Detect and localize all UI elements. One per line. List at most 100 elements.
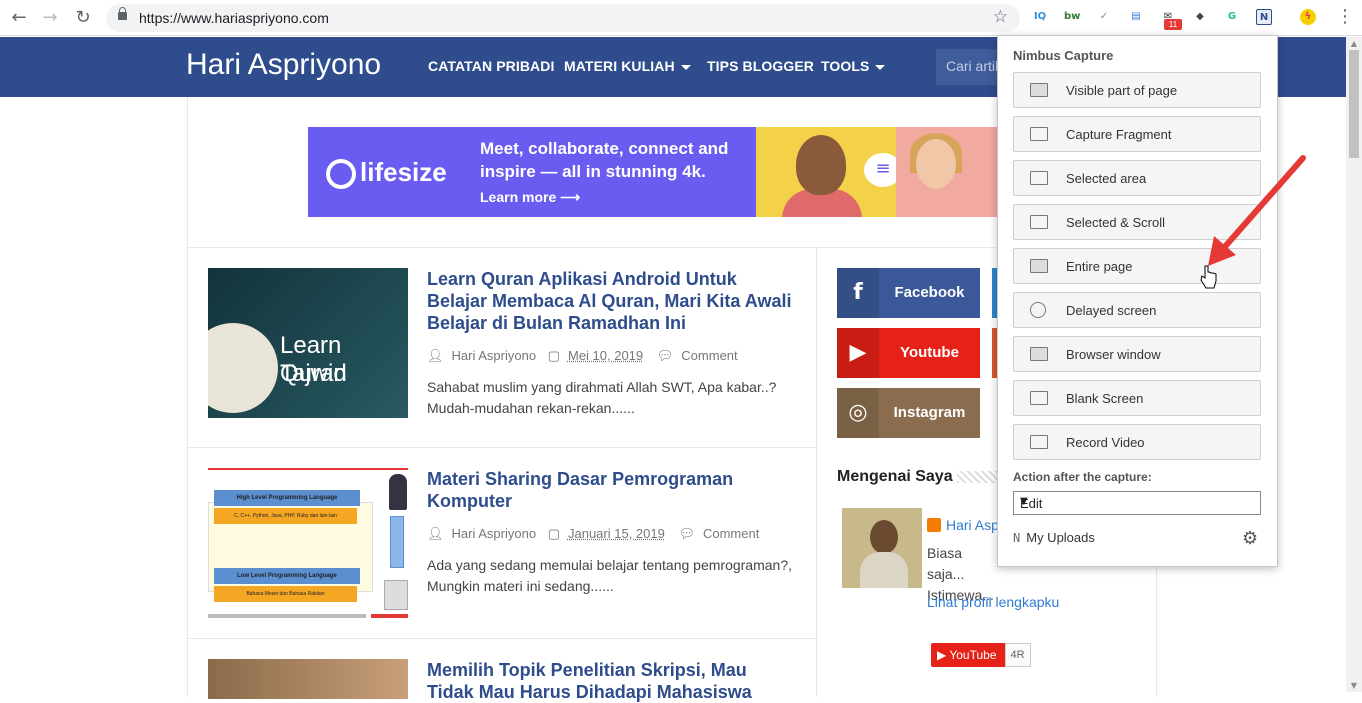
post-excerpt: Sahabat muslim yang dirahmati Allah SWT,… xyxy=(427,379,777,416)
capture-blank-screen-button[interactable]: Blank Screen xyxy=(1013,380,1261,416)
capture-selected-scroll-button[interactable]: Selected & Scroll xyxy=(1013,204,1261,240)
browser-menu-icon[interactable]: ⋮ xyxy=(1336,6,1354,27)
gear-icon[interactable]: ⚙ xyxy=(1242,528,1258,549)
blogger-icon xyxy=(927,518,941,532)
forward-icon[interactable]: → xyxy=(40,8,60,28)
thumb-text: C, C++, Python, Java, PHP, Ruby dan lain… xyxy=(214,508,357,524)
url-text: https://www.hariaspriyono.com xyxy=(139,10,329,26)
capture-option-label: Delayed screen xyxy=(1066,303,1157,318)
post-thumbnail[interactable]: High Level Programming Language C, C++, … xyxy=(208,468,408,618)
capture-option-label: Selected area xyxy=(1066,171,1147,186)
quran-image xyxy=(208,323,278,413)
site-title[interactable]: Hari Aspriyono xyxy=(186,48,381,82)
capture-option-label: Record Video xyxy=(1066,435,1145,450)
social-button-youtube[interactable]: ▶ Youtube xyxy=(837,328,980,378)
thumb-text: Bahasa Mesin dan Bahasa Rakitan xyxy=(214,586,357,602)
comment-icon: 💬︎ xyxy=(656,348,674,363)
bookmark-star-icon[interactable]: ☆ xyxy=(993,7,1008,27)
social-label: Facebook xyxy=(894,284,965,301)
capture-record-video-button[interactable]: Record Video xyxy=(1013,424,1261,460)
notification-badge: 11 xyxy=(1164,19,1182,30)
ad-photo xyxy=(896,127,998,217)
lifesize-logo-icon xyxy=(326,159,356,190)
post-date[interactable]: Januari 15, 2019 xyxy=(568,526,665,541)
browser-window-icon xyxy=(1030,347,1048,361)
facebook-icon: f xyxy=(837,268,879,318)
search-input[interactable]: Cari artikel xyxy=(936,49,1013,85)
nimbus-extension-icon[interactable]: N xyxy=(1256,9,1272,25)
post-date[interactable]: Mei 10, 2019 xyxy=(568,348,643,363)
post-author[interactable]: Hari Aspriyono xyxy=(452,526,537,541)
person-icon xyxy=(389,474,407,510)
youtube-subscribe-button[interactable]: ▶ YouTube 4R xyxy=(931,643,1031,667)
youtube-play-icon: ▶ xyxy=(937,648,950,662)
capture-option-label: Capture Fragment xyxy=(1066,127,1172,142)
post-title[interactable]: Memilih Topik Penelitian Skripsi, Mau Ti… xyxy=(427,659,797,703)
ad-headline: Meet, collaborate, connect and inspire —… xyxy=(480,139,729,181)
comment-icon: 💬︎ xyxy=(678,526,695,541)
instagram-icon: ◎ xyxy=(837,388,879,438)
bw-extension-icon[interactable]: bw xyxy=(1064,9,1080,25)
title-decoration xyxy=(957,471,997,483)
capture-option-label: Selected & Scroll xyxy=(1066,215,1165,230)
nav-catatan-pribadi[interactable]: CATATAN PRIBADI xyxy=(428,58,554,74)
post-comment-link[interactable]: Comment xyxy=(681,348,737,363)
post-thumbnail[interactable]: Learn Quran Tajwid xyxy=(208,268,408,418)
chevron-down-icon xyxy=(680,64,691,70)
scroll-down-icon[interactable]: ▼ xyxy=(1349,681,1359,690)
shield-extension-icon[interactable]: ◆ xyxy=(1192,9,1208,25)
scroll-up-icon[interactable]: ▲ xyxy=(1349,39,1359,48)
visible-page-icon xyxy=(1030,83,1048,97)
arrow-icon xyxy=(390,516,404,568)
popup-title: Nimbus Capture xyxy=(1013,48,1114,63)
back-icon[interactable]: ← xyxy=(9,8,29,28)
ad-logo: lifesize xyxy=(326,157,447,190)
address-bar[interactable]: https://www.hariaspriyono.com ☆ xyxy=(106,4,1020,32)
iq-extension-icon[interactable]: IQ xyxy=(1032,9,1048,25)
chevron-down-icon: ▼ xyxy=(1020,496,1028,507)
capture-option-label: Browser window xyxy=(1066,347,1161,362)
capture-visible-part-of-page-button[interactable]: Visible part of page xyxy=(1013,72,1261,108)
nav-materi-kuliah[interactable]: MATERI KULIAH xyxy=(564,58,691,74)
divider xyxy=(188,447,816,448)
capture-capture-fragment-button[interactable]: Capture Fragment xyxy=(1013,116,1261,152)
profile-link[interactable]: Lihat profil lengkapku xyxy=(927,594,1059,610)
ad-learn-more[interactable]: Learn more ⟶ xyxy=(480,189,580,206)
lightning-extension-icon[interactable]: ϟ xyxy=(1300,9,1316,25)
post-thumbnail[interactable] xyxy=(208,659,408,699)
divider xyxy=(816,247,817,697)
post-meta: 👤︎ Hari Aspriyono ▢ Januari 15, 2019 💬︎ Com… xyxy=(427,526,759,542)
selected-scroll-icon xyxy=(1030,215,1048,229)
profile-photo[interactable] xyxy=(842,508,922,588)
post-title[interactable]: Learn Quran Aplikasi Android Untuk Belaj… xyxy=(427,268,797,334)
my-uploads-link[interactable]: N My Uploads xyxy=(1013,530,1095,545)
doc-extension-icon[interactable]: ▤ xyxy=(1128,9,1144,25)
chevron-down-icon xyxy=(875,64,886,70)
scrollbar-thumb[interactable] xyxy=(1349,50,1359,158)
youtube-icon: ▶ xyxy=(837,328,879,378)
action-select[interactable]: Edit ▼ xyxy=(1013,491,1261,515)
social-button-facebook[interactable]: f Facebook xyxy=(837,268,980,318)
ad-banner[interactable]: lifesize Meet, collaborate, connect and … xyxy=(308,127,998,217)
nav-tips-blogger[interactable]: TIPS BLOGGER xyxy=(707,58,814,74)
nav-tools[interactable]: TOOLS xyxy=(821,58,886,74)
check-extension-icon[interactable]: ✓ xyxy=(1096,9,1112,25)
capture-browser-window-button[interactable]: Browser window xyxy=(1013,336,1261,372)
post-title[interactable]: Materi Sharing Dasar Pemrograman Kompute… xyxy=(427,468,797,512)
thumb-text: High Level Programming Language xyxy=(214,490,360,506)
post-excerpt: Ada yang sedang memulai belajar tentang … xyxy=(427,557,793,594)
thumb-text: Tajwid xyxy=(280,360,347,387)
capture-selected-area-button[interactable]: Selected area xyxy=(1013,160,1261,196)
grammarly-icon[interactable]: G xyxy=(1224,9,1240,25)
post-author[interactable]: Hari Aspriyono xyxy=(452,348,537,363)
about-title: Mengenai Saya xyxy=(837,468,953,485)
capture-entire-page-button[interactable]: Entire page xyxy=(1013,248,1261,284)
capture-option-label: Entire page xyxy=(1066,259,1133,274)
post-comment-link[interactable]: Comment xyxy=(703,526,759,541)
social-button-instagram[interactable]: ◎ Instagram xyxy=(837,388,980,438)
thumb-text: Low Level Programming Language xyxy=(214,568,360,584)
post-meta: 👤︎ Hari Aspriyono ▢ Mei 10, 2019 💬︎ Comment xyxy=(427,348,738,364)
capture-delayed-screen-button[interactable]: Delayed screen xyxy=(1013,292,1261,328)
reload-icon[interactable]: ↻ xyxy=(73,8,93,28)
timer-icon xyxy=(1030,302,1046,318)
